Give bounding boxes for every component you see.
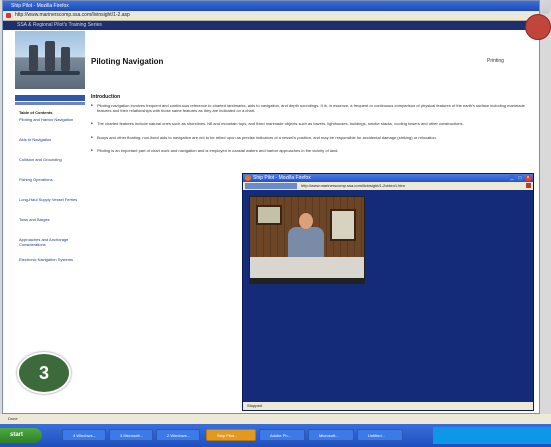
decorative-seal-icon bbox=[525, 14, 551, 40]
sidebar-item-ferries[interactable]: Long-Haul Supply Vessel Ferries bbox=[19, 197, 81, 202]
site-favicon-icon bbox=[6, 13, 11, 18]
close-icon[interactable]: × bbox=[525, 175, 531, 181]
sidebar-item-tows[interactable]: Tows and Barges bbox=[19, 217, 81, 222]
start-button[interactable]: start bbox=[0, 428, 42, 443]
sidebar-item-aids[interactable]: Aids to Navigation bbox=[19, 137, 81, 142]
sidebar-header-bar bbox=[15, 95, 85, 101]
taskbar-item[interactable]: 2 Windows... bbox=[156, 429, 200, 441]
bullet-text: The charted features include natural one… bbox=[91, 121, 529, 126]
video-controls[interactable] bbox=[250, 278, 364, 283]
minimize-icon[interactable]: _ bbox=[509, 175, 515, 181]
bullet-text: Buoys and other floating, non-fixed aids… bbox=[91, 135, 529, 140]
sidebar-subheader-bar bbox=[15, 102, 85, 105]
video-popup-window: Ship Pilot - Mozilla Firefox _ □ × http:… bbox=[242, 173, 534, 411]
banner-text: SSA & Regional Pilot's Training Series bbox=[17, 22, 102, 28]
popup-address-url[interactable]: http://www.marinerscomp.ssa.com/livinsig… bbox=[301, 182, 405, 190]
browser-status-text: Done bbox=[8, 416, 18, 421]
page-title: Piloting Navigation bbox=[91, 57, 164, 66]
step-number-badge: 3 bbox=[17, 352, 71, 394]
hero-image bbox=[15, 31, 85, 89]
section-title: Introduction bbox=[91, 94, 121, 100]
system-tray[interactable] bbox=[433, 427, 551, 444]
popup-title-bar[interactable]: Ship Pilot - Mozilla Firefox _ □ × bbox=[243, 174, 533, 182]
windows-taskbar: start 4 Windows... 3 Microsoft... 2 Wind… bbox=[0, 424, 551, 447]
presenter-head-image bbox=[299, 213, 313, 229]
browser-title-bar: Ship Pilot - Mozilla Firefox bbox=[3, 1, 539, 11]
picture-frame-image bbox=[330, 209, 356, 241]
browser-status-bar: Done bbox=[0, 414, 551, 424]
popup-address-bar[interactable]: http://www.marinerscomp.ssa.com/livinsig… bbox=[243, 182, 533, 190]
firefox-icon bbox=[245, 175, 251, 181]
go-icon[interactable] bbox=[526, 183, 531, 188]
taskbar-item-active[interactable]: Ship Pilot... bbox=[206, 429, 256, 441]
popup-nav-buttons[interactable] bbox=[245, 183, 297, 189]
taskbar-item[interactable]: Microsoft... bbox=[308, 429, 354, 441]
picture-frame-image bbox=[256, 205, 282, 225]
sidebar-item-toc[interactable]: Table of Contents bbox=[19, 110, 81, 115]
taskbar-item[interactable]: 4 Windows... bbox=[62, 429, 106, 441]
sidebar-item-electronic[interactable]: Electronic Navigation Systems bbox=[19, 257, 81, 262]
video-player[interactable] bbox=[249, 196, 365, 284]
sidebar-item-collision[interactable]: Collision and Grounding bbox=[19, 157, 81, 162]
popup-status-text: Stopped bbox=[247, 403, 262, 408]
sidebar-item-fishing[interactable]: Fishing Operations bbox=[19, 177, 81, 182]
sidebar-item-approaches[interactable]: Approaches and Anchorage Considerations bbox=[19, 237, 81, 247]
printing-link[interactable]: Printing bbox=[487, 58, 504, 64]
popup-title: Ship Pilot - Mozilla Firefox bbox=[253, 175, 311, 181]
taskbar-item[interactable]: Untitled... bbox=[357, 429, 403, 441]
site-banner: SSA & Regional Pilot's Training Series bbox=[3, 21, 539, 30]
bullet-text: Piloting is an important part of chart w… bbox=[91, 148, 529, 153]
address-url[interactable]: http://www.marinerscomp.ssa.com/livinsig… bbox=[15, 11, 130, 20]
address-bar[interactable]: http://www.marinerscomp.ssa.com/livinsig… bbox=[3, 11, 539, 21]
sidebar-item-piloting[interactable]: Piloting and Harbor Navigation bbox=[19, 117, 81, 122]
popup-status-bar: Stopped bbox=[243, 402, 533, 410]
maximize-icon[interactable]: □ bbox=[517, 175, 523, 181]
taskbar-item[interactable]: Adobe Ph... bbox=[259, 429, 305, 441]
bullet-text: Piloting navigation involves frequent an… bbox=[91, 103, 529, 113]
taskbar-item[interactable]: 3 Microsoft... bbox=[109, 429, 153, 441]
browser-title: Ship Pilot - Mozilla Firefox bbox=[11, 3, 69, 9]
sidebar: Table of Contents Piloting and Harbor Na… bbox=[15, 31, 85, 371]
